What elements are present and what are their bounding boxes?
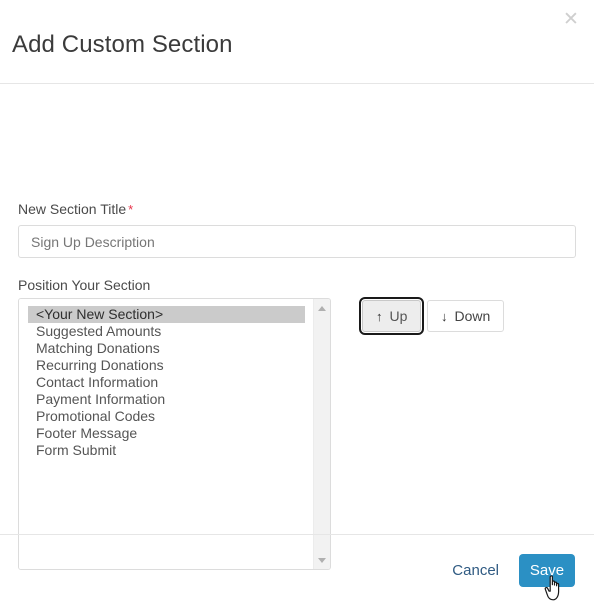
list-item[interactable]: Recurring Donations [19,357,313,374]
list-item[interactable]: Footer Message [19,425,313,442]
list-item[interactable]: Payment Information [19,391,313,408]
arrow-down-icon: ↓ [441,308,448,324]
move-up-button-label: Up [389,308,408,324]
position-listbox-items[interactable]: <Your New Section> Suggested Amounts Mat… [19,299,313,569]
list-item[interactable]: <Your New Section> [28,306,305,323]
caret-up-icon[interactable] [314,301,330,315]
cancel-button[interactable]: Cancel [452,562,499,579]
dialog-body: New Section Title* Position Your Section… [0,84,594,570]
add-custom-section-dialog: Add Custom Section ✕ New Section Title * … [0,0,594,607]
listbox-scrollbar[interactable] [313,299,330,569]
position-section-label: Position Your Section [18,277,151,293]
dialog-header: Add Custom Section ✕ [0,0,594,84]
save-button[interactable]: Save [519,554,575,587]
dialog-title: Add Custom Section [12,31,233,58]
section-title-input[interactable] [18,225,576,258]
section-title-label-text: New Section Title [18,201,127,217]
position-listbox[interactable]: <Your New Section> Suggested Amounts Mat… [18,298,331,570]
list-item[interactable]: Matching Donations [19,340,313,357]
move-up-button[interactable]: ↑ Up [358,297,425,335]
close-icon[interactable]: ✕ [560,9,582,31]
dialog-footer: Cancel [0,534,594,607]
arrow-up-icon: ↑ [376,308,383,324]
list-item[interactable]: Promotional Codes [19,408,313,425]
list-item[interactable]: Suggested Amounts [19,323,313,340]
move-down-button[interactable]: ↓ Down [427,300,505,332]
list-item[interactable]: Form Submit [19,442,313,459]
required-marker: * [128,202,134,217]
section-title-label: New Section Title * [18,201,133,218]
move-down-button-label: Down [454,308,491,324]
list-item[interactable]: Contact Information [19,374,313,391]
